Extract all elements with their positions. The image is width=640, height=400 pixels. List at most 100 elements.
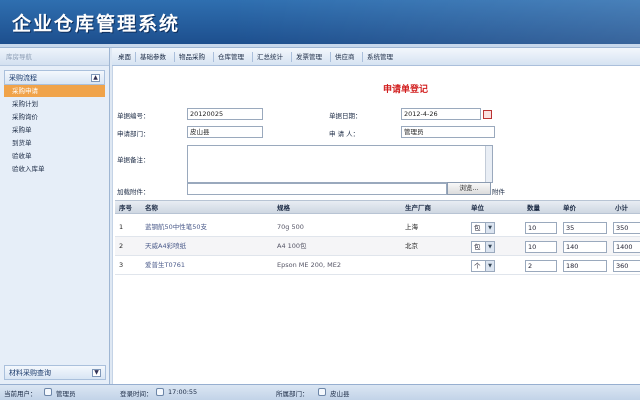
col-name: 名称 — [145, 204, 158, 212]
nav-divider — [174, 52, 175, 62]
nav-divider — [362, 52, 363, 62]
remark-textarea[interactable] — [187, 145, 493, 183]
applicant-field[interactable]: 管理员 — [401, 126, 495, 138]
sidebar-footer-label: 材料采购查询 — [9, 369, 51, 377]
sidebar-item-purchase-order[interactable]: 采购单 — [4, 124, 105, 137]
row-no: 3 — [119, 261, 124, 269]
price-input[interactable]: 35 — [563, 222, 607, 234]
top-nav: 桌面 基础参数 物品采购 仓库管理 汇总统计 发票管理 供应商 系统管理 — [112, 48, 640, 66]
sidebar-item-arrival[interactable]: 到货单 — [4, 137, 105, 150]
row-name: 爱普生T0761 — [145, 261, 186, 269]
unit-value: 个 — [474, 262, 481, 270]
nav-divider — [135, 52, 136, 62]
qty-input[interactable]: 10 — [525, 222, 557, 234]
unit-value: 包 — [474, 243, 481, 251]
status-dept-label: 所属部门： — [276, 390, 309, 398]
col-no: 序号 — [119, 204, 132, 212]
row-spec: 70g 500 — [277, 223, 304, 231]
remark-label: 单据备注： — [117, 156, 150, 164]
status-user-label: 当前用户： — [4, 390, 37, 398]
col-price: 单价 — [563, 204, 576, 212]
qty-input[interactable]: 10 — [525, 241, 557, 253]
app-title: 企业仓库管理系统 — [12, 13, 181, 35]
nav-divider — [330, 52, 331, 62]
tab-system[interactable]: 系统管理 — [367, 48, 393, 66]
col-unit: 单位 — [471, 204, 484, 212]
tab-desktop[interactable]: 桌面 — [118, 48, 131, 66]
sidebar-menu: 采购申请 采购计划 采购询价 采购单 到货单 验收单 验收入库单 — [4, 85, 105, 176]
nav-divider — [291, 52, 292, 62]
sidebar-item-purchase-plan[interactable]: 采购计划 — [4, 98, 105, 111]
col-subtotal: 小计 — [615, 204, 628, 212]
doc-no-label: 单据编号： — [117, 112, 150, 120]
unit-select[interactable]: 包 ▼ — [471, 241, 495, 253]
sidebar-nav-label: 库房导航 — [0, 48, 109, 66]
col-qty: 数量 — [527, 204, 540, 212]
nav-divider — [252, 52, 253, 62]
calendar-icon[interactable] — [483, 110, 492, 119]
status-time-label: 登录时间： — [120, 390, 153, 398]
unit-value: 包 — [474, 224, 481, 232]
row-name: 蓝钢航50中性笔50支 — [145, 223, 208, 231]
table-row: 3 爱普生T0761 Epson ME 200, ME2 个 ▼ 2 180 36… — [115, 256, 640, 275]
sidebar-item-inspection[interactable]: 验收单 — [4, 150, 105, 163]
nav-divider — [213, 52, 214, 62]
row-spec: A4 100包 — [277, 242, 307, 250]
sidebar-item-purchase-request[interactable]: 采购申请 — [4, 85, 105, 98]
chevron-down-icon[interactable]: ▼ — [485, 261, 494, 271]
dept-label: 申请部门： — [117, 130, 150, 138]
textarea-scrollbar[interactable] — [485, 146, 492, 182]
doc-date-label: 单据日期： — [329, 112, 362, 120]
unit-select[interactable]: 个 ▼ — [471, 260, 495, 272]
sidebar: 库房导航 采购流程 ▲ 采购申请 采购计划 采购询价 采购单 到货单 验收单 验… — [0, 48, 110, 384]
doc-date-field[interactable]: 2012-4-26 — [401, 108, 481, 120]
sidebar-group-label: 采购流程 — [9, 74, 37, 82]
chevron-down-icon[interactable]: ▼ — [485, 223, 494, 233]
sidebar-group-procurement[interactable]: 采购流程 ▲ — [4, 70, 105, 85]
sidebar-group-material-query[interactable]: 材料采购查询 ▼ — [4, 365, 106, 380]
qty-input[interactable]: 2 — [525, 260, 557, 272]
subtotal-input[interactable]: 350 — [613, 222, 640, 234]
row-name: 天威A4彩喷纸 — [145, 242, 187, 250]
main-content: 申请单登记 单据编号： 20120025 单据日期： 2012-4-26 申请部… — [112, 66, 640, 384]
sidebar-item-inspection-stock-in[interactable]: 验收入库单 — [4, 163, 105, 176]
chevron-down-icon[interactable]: ▼ — [485, 242, 494, 252]
price-input[interactable]: 180 — [563, 260, 607, 272]
unit-select[interactable]: 包 ▼ — [471, 222, 495, 234]
table-row: 2 天威A4彩喷纸 A4 100包 北京 包 ▼ 10 140 1400 — [115, 237, 640, 256]
expand-icon[interactable]: ▼ — [92, 369, 101, 377]
col-maker: 生产厂商 — [405, 204, 431, 212]
row-maker: 上海 — [405, 223, 418, 231]
sidebar-item-purchase-inquiry[interactable]: 采购询价 — [4, 111, 105, 124]
collapse-icon[interactable]: ▲ — [91, 74, 100, 82]
tab-invoice[interactable]: 发票管理 — [296, 48, 322, 66]
app-header: 企业仓库管理系统 — [0, 0, 640, 44]
col-spec: 规格 — [277, 204, 290, 212]
row-spec: Epson ME 200, ME2 — [277, 261, 341, 269]
tab-warehouse[interactable]: 仓库管理 — [218, 48, 244, 66]
tab-basic-params[interactable]: 基础参数 — [140, 48, 166, 66]
status-user-value: 管理员 — [56, 390, 76, 398]
row-no: 1 — [119, 223, 124, 231]
table-header: 序号 名称 规格 生产厂商 单位 数量 单价 小计 — [115, 200, 640, 214]
row-maker: 北京 — [405, 242, 418, 250]
tab-goods-purchase[interactable]: 物品采购 — [179, 48, 205, 66]
attach-field[interactable] — [187, 183, 447, 195]
dept-field[interactable]: 皮山县 — [187, 126, 263, 138]
subtotal-input[interactable]: 360 — [613, 260, 640, 272]
attach-suffix: 附件 — [492, 188, 505, 196]
attach-label: 加载附件： — [117, 188, 150, 196]
form-title: 申请单登记 — [383, 85, 429, 95]
status-time-value: 17:00:55 — [168, 388, 198, 396]
table-row: 1 蓝钢航50中性笔50支 70g 500 上海 包 ▼ 10 35 350 — [115, 218, 640, 237]
applicant-label: 申 请 人： — [329, 130, 360, 138]
user-icon — [44, 388, 52, 396]
browse-button[interactable]: 浏览... — [447, 182, 491, 195]
subtotal-input[interactable]: 1400 — [613, 241, 640, 253]
tab-summary-stats[interactable]: 汇总统计 — [257, 48, 283, 66]
price-input[interactable]: 140 — [563, 241, 607, 253]
row-no: 2 — [119, 242, 124, 250]
tab-supplier[interactable]: 供应商 — [335, 48, 355, 66]
status-bar: 当前用户： 管理员 登录时间： 17:00:55 所属部门： 皮山县 — [0, 384, 640, 400]
doc-no-field[interactable]: 20120025 — [187, 108, 263, 120]
